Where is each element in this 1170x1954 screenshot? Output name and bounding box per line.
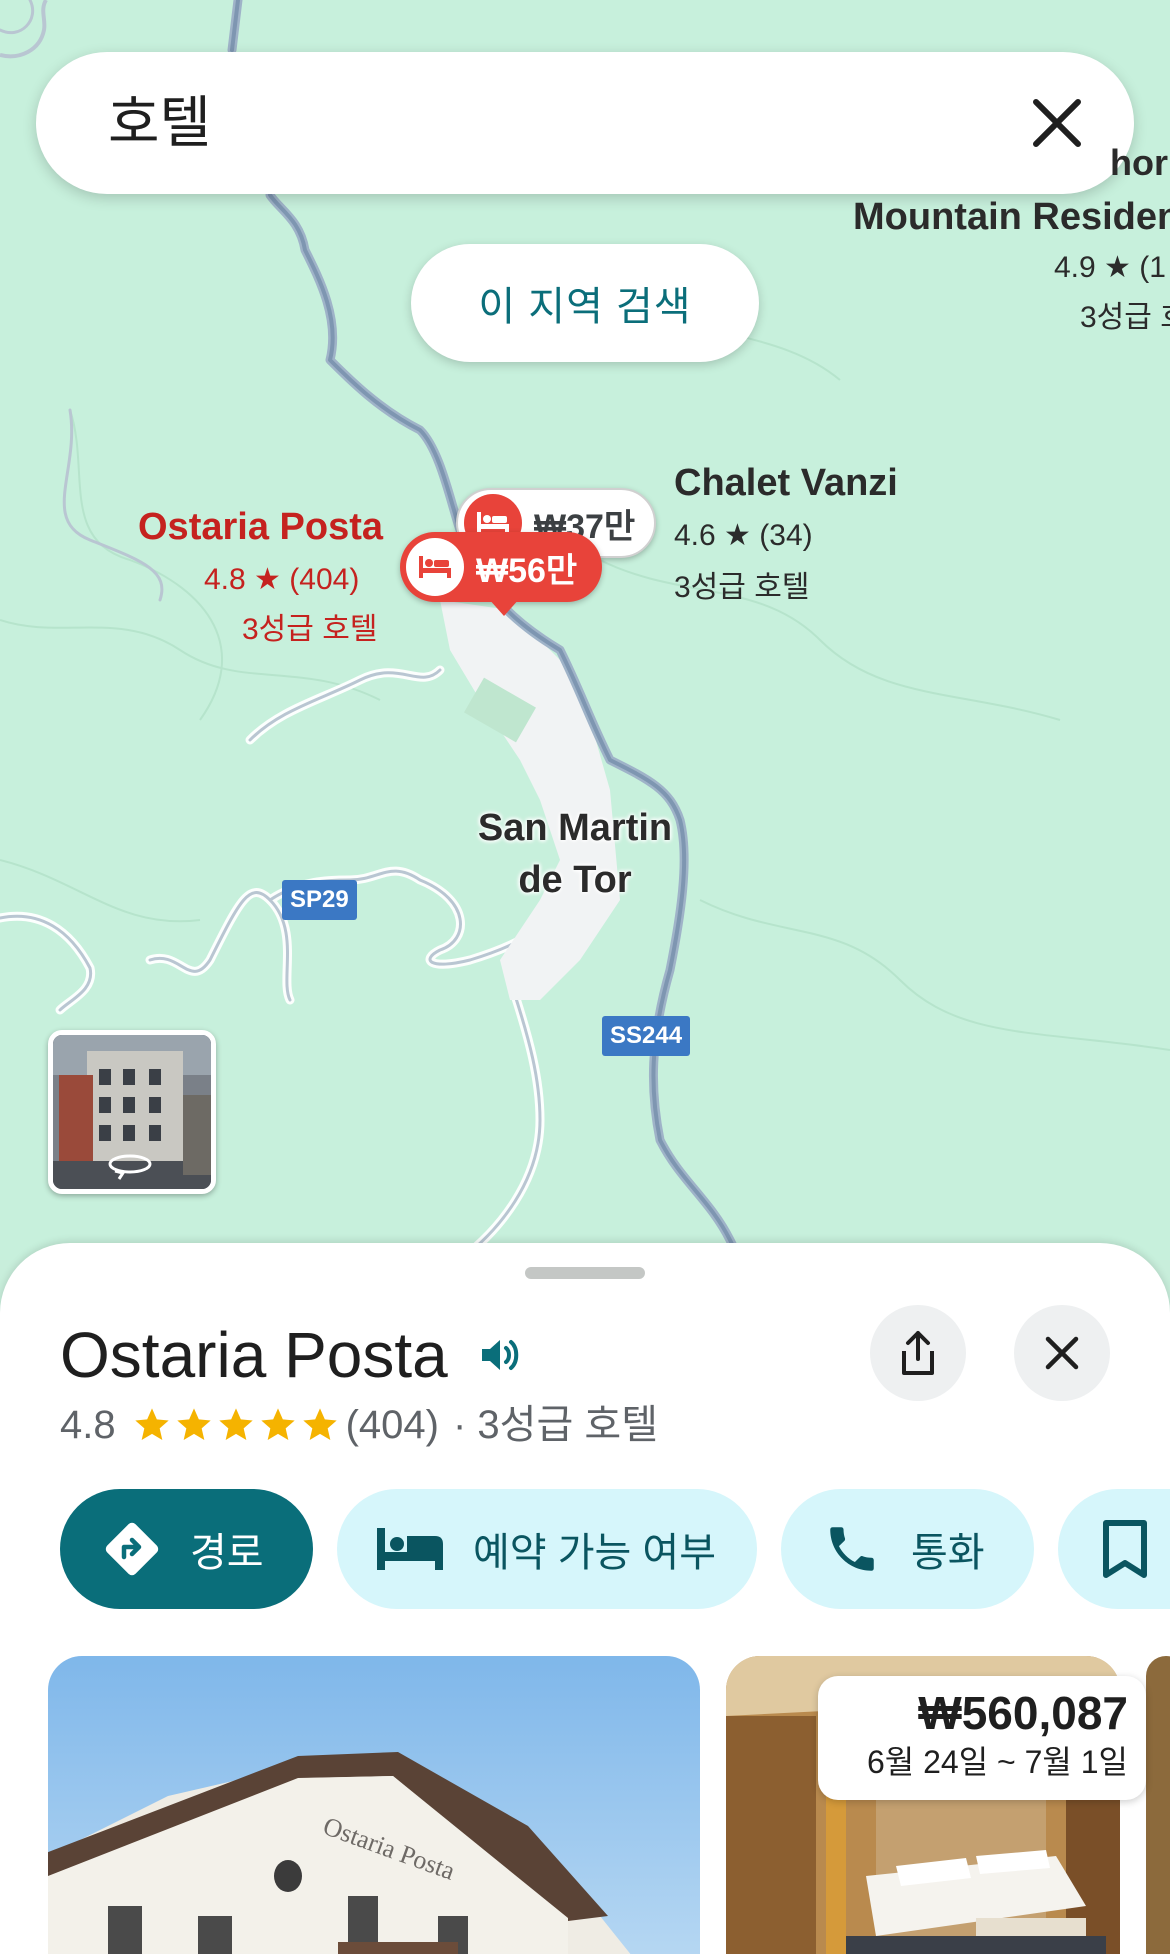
search-bar[interactable]: 호텔	[36, 52, 1134, 194]
poi-name-partial-top[interactable]: hor	[1110, 142, 1168, 184]
check-availability-button[interactable]: 예약 가능 여부	[337, 1489, 757, 1609]
poi-name-ostaria-posta[interactable]: Ostaria Posta	[138, 506, 383, 549]
town-label-line1: San Martin	[477, 807, 673, 849]
search-input[interactable]: 호텔	[108, 90, 211, 156]
star-icon	[218, 1408, 253, 1440]
street-view-thumbnail[interactable]	[48, 1030, 216, 1194]
star-icon	[302, 1408, 337, 1440]
bed-icon	[406, 538, 464, 596]
star-rating	[132, 1405, 342, 1445]
road-shield-sp29: SP29	[282, 880, 357, 920]
speaker-icon[interactable]	[476, 1331, 524, 1379]
search-this-area-button[interactable]: 이 지역 검색	[411, 244, 759, 362]
phone-icon	[830, 1527, 874, 1571]
poi-rating-mountain-residence: 4.9 ★ (1	[1054, 251, 1166, 284]
bed-icon	[377, 1528, 443, 1570]
star-icon	[260, 1408, 295, 1440]
price-card[interactable]: ₩560,087 6월 24일 ~ 7월 1일	[818, 1676, 1146, 1800]
town-label: San Martin de Tor	[460, 802, 690, 906]
poi-name-chalet-vanzi[interactable]: Chalet Vanzi	[674, 462, 898, 505]
star-icon	[134, 1408, 169, 1440]
directions-icon	[105, 1522, 159, 1576]
rating-row[interactable]: 4.8 (404) · 3성급 호텔	[60, 1398, 658, 1452]
call-label: 통화	[911, 1531, 985, 1575]
directions-label: 경로	[190, 1531, 264, 1575]
hotel-price-pin-ostaria-posta[interactable]: ₩56만	[400, 532, 602, 602]
pin-price: ₩56만	[476, 551, 578, 590]
check-availability-label: 예약 가능 여부	[473, 1531, 717, 1575]
close-icon[interactable]	[1022, 88, 1092, 158]
360-rotate-icon	[108, 1154, 152, 1180]
share-button[interactable]	[870, 1305, 966, 1401]
pin-pointer	[488, 598, 520, 616]
poi-name-mountain-residence[interactable]: Mountain Residen	[853, 196, 1170, 239]
close-icon	[1045, 1336, 1079, 1370]
place-details-sheet[interactable]: Ostaria Posta 4.8 (404) · 3성급 호텔 경로 예약 가…	[0, 1243, 1170, 1954]
drag-handle[interactable]	[525, 1267, 645, 1279]
star-icon	[176, 1408, 211, 1440]
poi-type-ostaria-posta: 3성급 호텔	[242, 613, 378, 646]
rating-value: 4.8	[60, 1403, 116, 1447]
next-photo-peek[interactable]	[1146, 1656, 1170, 1954]
share-icon	[902, 1331, 934, 1375]
stay-dates: 6월 24일 ~ 7월 1일	[867, 1744, 1128, 1780]
close-button[interactable]	[1014, 1305, 1110, 1401]
call-button[interactable]: 통화	[781, 1489, 1034, 1609]
place-category: · 3성급 호텔	[453, 1403, 658, 1447]
map-view[interactable]: 호텔 hor Mountain Residen 4.9 ★ (1 3성급 호 이…	[0, 0, 1170, 1260]
hotel-exterior-photo[interactable]: Ostaria Posta	[48, 1656, 700, 1954]
poi-type-mountain-residence: 3성급 호	[1080, 301, 1170, 334]
directions-button[interactable]: 경로	[60, 1489, 313, 1609]
hotel-exterior-image	[48, 1656, 700, 1954]
road-shield-ss244: SS244	[602, 1016, 691, 1056]
bookmark-icon	[1103, 1520, 1147, 1578]
review-count[interactable]: (404)	[346, 1398, 439, 1452]
poi-rating-chalet-vanzi: 4.6 ★ (34)	[674, 519, 813, 552]
poi-type-chalet-vanzi: 3성급 호텔	[674, 571, 810, 604]
poi-rating-ostaria-posta: 4.8 ★ (404)	[204, 563, 360, 596]
save-button[interactable]	[1058, 1489, 1170, 1609]
room-price: ₩560,087	[918, 1687, 1128, 1739]
place-title: Ostaria Posta	[60, 1319, 448, 1391]
town-label-line2: de Tor	[518, 859, 632, 901]
